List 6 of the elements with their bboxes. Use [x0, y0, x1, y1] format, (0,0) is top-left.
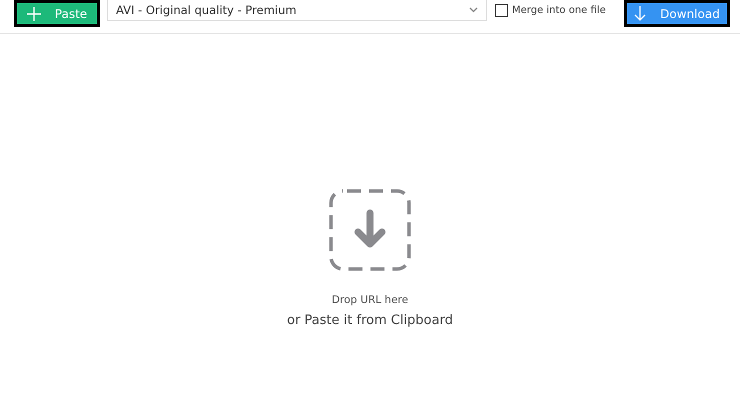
drop-hint: Drop URL here — [332, 294, 408, 306]
paste-hint: or Paste it from Clipboard — [287, 313, 453, 328]
download-button[interactable]: Download — [624, 0, 730, 27]
merge-label: Merge into one file — [512, 5, 606, 16]
paste-button[interactable]: Paste — [14, 0, 100, 27]
format-dropdown[interactable]: AVI - Original quality - Premium — [107, 0, 487, 21]
